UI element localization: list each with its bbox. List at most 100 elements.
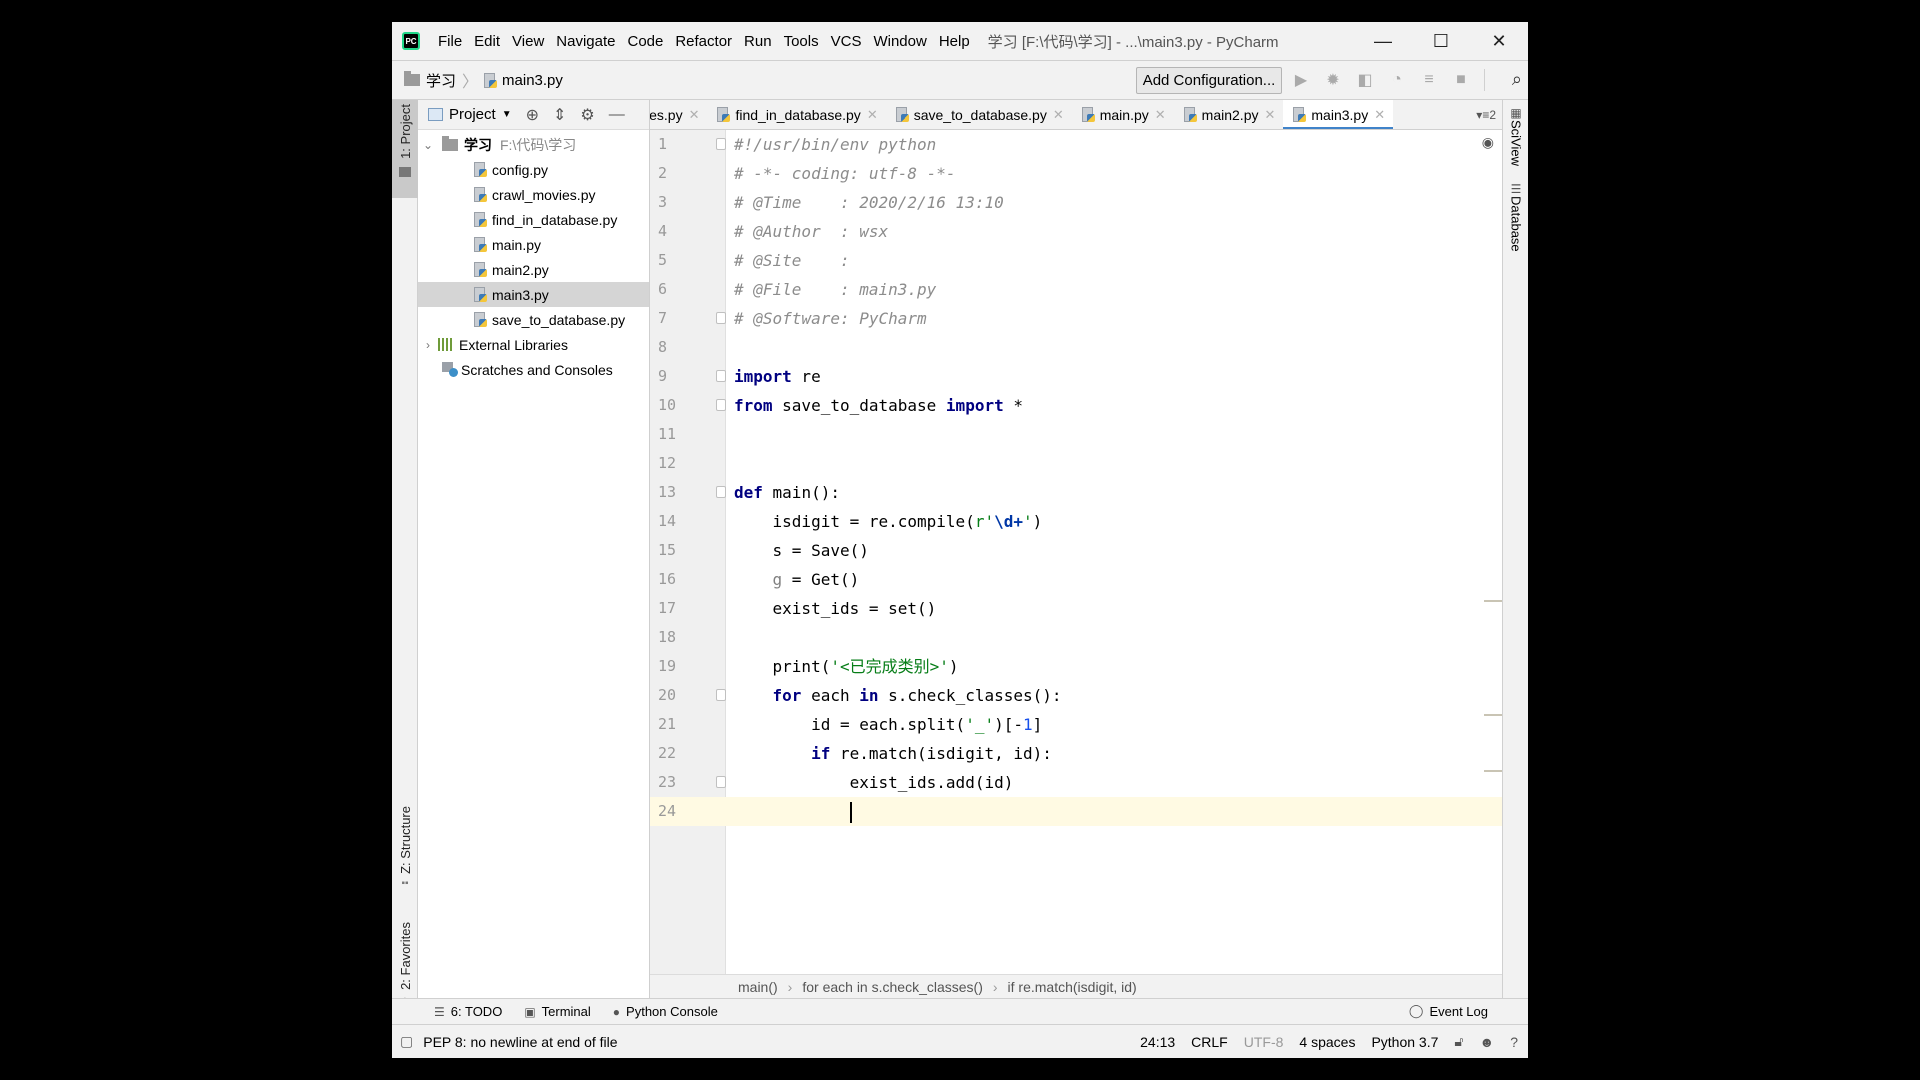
menu-code[interactable]: Code [621, 33, 669, 50]
code-line[interactable]: 17 exist_ids = set() [658, 594, 1502, 623]
structure-tool-button[interactable]: Z: Structure ▪▪ [392, 802, 418, 902]
tab-find-in-database[interactable]: find_in_database.py ✕ [707, 100, 885, 129]
lock-icon[interactable]: 🔓︎ [1454, 1033, 1463, 1050]
code-breadcrumb-item[interactable]: for each in s.check_classes() [802, 979, 983, 995]
code-line[interactable]: 21 id = each.split('_')[-1] [658, 710, 1502, 739]
code-line[interactable]: 22 if re.match(isdigit, id): [658, 739, 1502, 768]
scroll-marker[interactable] [1484, 714, 1502, 716]
menu-help[interactable]: Help [933, 33, 976, 50]
close-icon[interactable]: ✕ [867, 107, 878, 123]
tab-main3[interactable]: main3.py ✕ [1283, 100, 1394, 129]
tree-file[interactable]: save_to_database.py [418, 307, 649, 332]
code-line[interactable]: 6 # @File : main3.py [658, 275, 1502, 304]
code-line[interactable]: 15 s = Save() [658, 536, 1502, 565]
toggle-tool-windows-icon[interactable]: ▢ [400, 1033, 413, 1050]
profile-icon[interactable]: ◔ [1388, 71, 1406, 89]
scroll-marker[interactable] [1484, 770, 1502, 772]
gear-icon[interactable]: ⚙ [580, 105, 594, 125]
code-area[interactable]: 1 #!/usr/bin/env python 2 # -*- coding: utf… [650, 130, 1502, 974]
event-log-button[interactable]: ◯ Event Log [1409, 1003, 1488, 1019]
code-breadcrumb-item[interactable]: if re.match(isdigit, id) [1008, 979, 1137, 995]
close-icon[interactable]: ✕ [1264, 107, 1275, 123]
python-console-tool-button[interactable]: ● Python Console [613, 1004, 718, 1019]
code-line[interactable]: 3 # @Time : 2020/2/16 13:10 [658, 188, 1502, 217]
breadcrumb-file[interactable]: main3.py [502, 72, 563, 89]
code-line[interactable]: 16 g = Get() [658, 565, 1502, 594]
tree-scratches[interactable]: Scratches and Consoles [418, 357, 649, 382]
line-separator[interactable]: CRLF [1191, 1034, 1228, 1050]
inspector-icon[interactable]: ☻ [1479, 1034, 1494, 1050]
menu-vcs[interactable]: VCS [825, 33, 868, 50]
code-line[interactable]: 12 [658, 449, 1502, 478]
tabs-overflow-button[interactable]: ▾≡2 [1476, 108, 1496, 122]
search-icon[interactable]: ⌕ [1512, 69, 1522, 90]
code-line[interactable]: 8 [658, 333, 1502, 362]
tree-file[interactable]: find_in_database.py [418, 207, 649, 232]
database-tool-button[interactable]: ☰ Database [1503, 182, 1529, 252]
todo-tool-button[interactable]: ☰ 6: TODO [434, 1004, 502, 1019]
menu-run[interactable]: Run [738, 33, 778, 50]
fold-marker-icon[interactable] [716, 399, 726, 411]
code-line[interactable]: 4 # @Author : wsx [658, 217, 1502, 246]
file-encoding[interactable]: UTF-8 [1244, 1034, 1284, 1050]
code-line[interactable]: 9 import re [658, 362, 1502, 391]
indent-setting[interactable]: 4 spaces [1299, 1034, 1355, 1050]
project-tool-button[interactable]: 1: Project [392, 100, 418, 198]
tree-root[interactable]: ⌄ 学习 F:\代码\学习 [418, 132, 649, 157]
debug-icon[interactable]: ✹ [1324, 70, 1342, 90]
project-view-selector[interactable]: Project ▼ [428, 106, 512, 123]
code-editor[interactable]: ◉ 1 #!/usr/bin/env python 2 # -*- coding: u… [650, 130, 1502, 998]
maximize-button[interactable]: ☐ [1412, 22, 1470, 60]
scroll-marker[interactable] [1484, 600, 1502, 602]
code-line[interactable]: 7 # @Software: PyCharm [658, 304, 1502, 333]
expand-arrow-icon[interactable]: ⌄ [418, 138, 438, 152]
add-configuration-button[interactable]: Add Configuration... [1136, 67, 1282, 94]
tab-main2[interactable]: main2.py ✕ [1174, 100, 1284, 129]
tree-file[interactable]: main2.py [418, 257, 649, 282]
fold-marker-icon[interactable] [716, 776, 726, 788]
menu-navigate[interactable]: Navigate [550, 33, 621, 50]
code-line[interactable]: 5 # @Site : [658, 246, 1502, 275]
fold-marker-icon[interactable] [716, 312, 726, 324]
code-line[interactable]: 10 from save_to_database import * [658, 391, 1502, 420]
code-line[interactable]: 13 def main(): [658, 478, 1502, 507]
code-line[interactable]: 20 for each in s.check_classes(): [658, 681, 1502, 710]
python-interpreter[interactable]: Python 3.7 [1371, 1034, 1438, 1050]
code-line[interactable]: 23 exist_ids.add(id) [658, 768, 1502, 797]
expand-arrow-icon[interactable]: › [418, 338, 438, 352]
caret-position[interactable]: 24:13 [1140, 1034, 1175, 1050]
menu-tools[interactable]: Tools [778, 33, 825, 50]
run-icon[interactable]: ▶ [1292, 70, 1310, 90]
tree-file[interactable]: crawl_movies.py [418, 182, 649, 207]
tree-file[interactable]: main.py [418, 232, 649, 257]
menu-file[interactable]: File [432, 33, 468, 50]
close-icon[interactable]: ✕ [1053, 107, 1064, 123]
tree-file-selected[interactable]: main3.py [418, 282, 649, 307]
menu-window[interactable]: Window [867, 33, 932, 50]
collapse-all-icon[interactable]: ⇕ [553, 105, 566, 125]
code-breadcrumb-item[interactable]: main() [738, 979, 778, 995]
close-icon[interactable]: ✕ [689, 107, 700, 123]
menu-refactor[interactable]: Refactor [669, 33, 738, 50]
stop-icon[interactable]: ■ [1452, 71, 1470, 89]
locate-icon[interactable]: ⊕ [526, 105, 539, 125]
code-line[interactable]: 18 [658, 623, 1502, 652]
fold-marker-icon[interactable] [716, 370, 726, 382]
tab-crawl-movies[interactable]: ies.py ✕ [650, 100, 707, 129]
terminal-tool-button[interactable]: ▣ Terminal [524, 1004, 590, 1019]
tree-file[interactable]: config.py [418, 157, 649, 182]
code-line[interactable]: 2 # -*- coding: utf-8 -*- [658, 159, 1502, 188]
close-icon[interactable]: ✕ [1374, 107, 1385, 123]
hide-icon[interactable]: — [609, 106, 625, 124]
coverage-icon[interactable]: ◧ [1356, 70, 1374, 90]
tab-main[interactable]: main.py ✕ [1072, 100, 1174, 129]
close-icon[interactable]: ✕ [1155, 107, 1166, 123]
tree-external-libraries[interactable]: › External Libraries [418, 332, 649, 357]
menu-edit[interactable]: Edit [468, 33, 506, 50]
minimize-button[interactable]: — [1354, 22, 1412, 60]
fold-marker-icon[interactable] [716, 486, 726, 498]
menu-view[interactable]: View [506, 33, 550, 50]
code-line[interactable]: 19 print('<已完成类别>') [658, 652, 1502, 681]
sciview-tool-button[interactable]: ▦ SciView [1503, 106, 1529, 166]
fold-marker-icon[interactable] [716, 689, 726, 701]
